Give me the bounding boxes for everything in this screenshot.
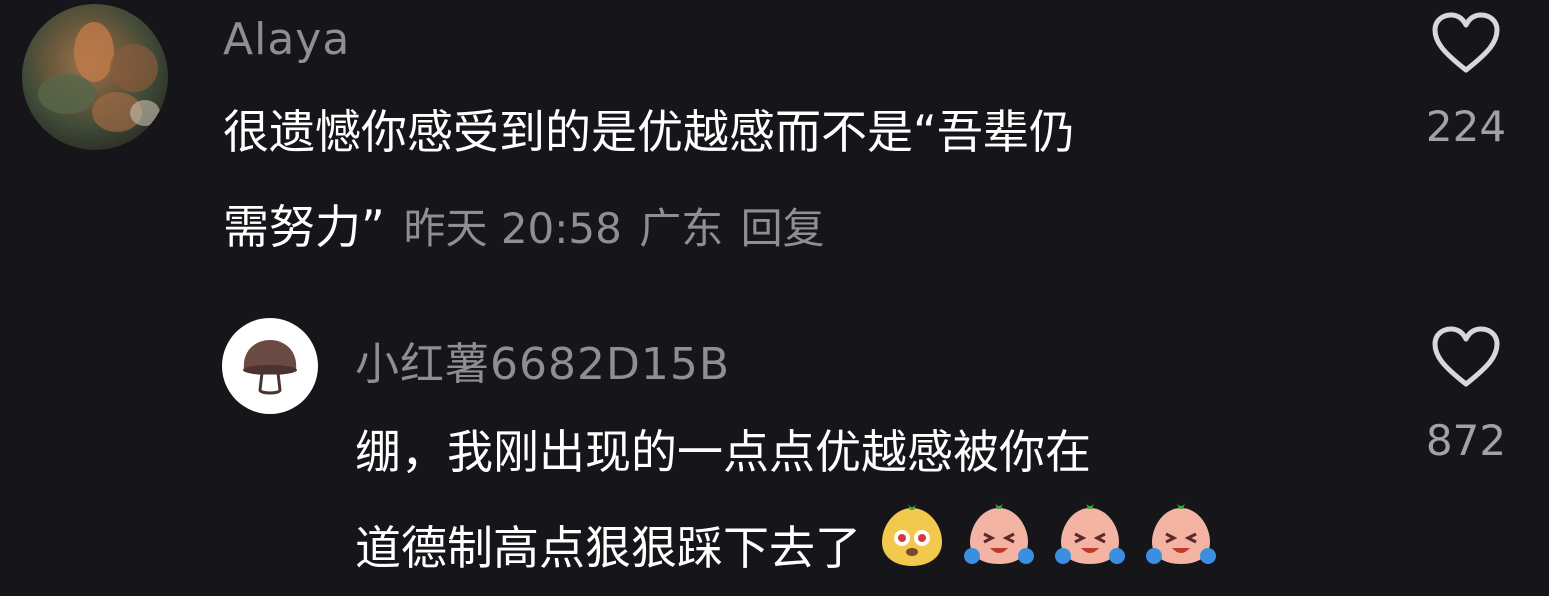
reply-text-line2: 道德制高点狠狠踩下去了 — [355, 521, 861, 575]
like-control: 224 — [1421, 12, 1511, 151]
reply-button[interactable]: 回复 — [741, 204, 825, 253]
like-count: 872 — [1425, 416, 1507, 465]
comment-username[interactable]: Alaya — [223, 14, 350, 65]
reply-text-line2-row: 道德制高点狠狠踩下去了 — [355, 500, 1218, 596]
reply-text-line1: 绷，我刚出现的一点点优越感被你在 — [355, 425, 1091, 479]
comment-item: Alaya 很遗憾你感受到的是优越感而不是“吾辈仍 需努力” 昨天 20:58 … — [0, 0, 1549, 300]
dog-face-sticker-icon — [881, 504, 942, 566]
crying-face-sticker-icon — [1054, 503, 1125, 564]
reply-item: 小红薯6682D15B 绷，我刚出现的一点点优越感被你在 道德制高点狠狠踩下去了 — [0, 300, 1549, 583]
crying-face-sticker-icon — [1145, 503, 1216, 564]
mushroom-icon[interactable] — [222, 318, 318, 414]
reply-username[interactable]: 小红薯6682D15B — [355, 328, 730, 392]
comment-text-line2-row: 需努力” 昨天 20:58 广东 回复 — [223, 180, 1075, 276]
like-count: 224 — [1425, 102, 1507, 151]
crying-face-sticker-icon — [964, 503, 1035, 564]
comment-meta: 昨天 20:58 广东 回复 — [399, 204, 824, 253]
reply-text: 绷，我刚出现的一点点优越感被你在 道德制高点狠狠踩下去了 — [355, 405, 1218, 596]
comment-time: 昨天 20:58 — [403, 204, 622, 253]
heart-icon[interactable] — [1431, 12, 1501, 74]
comment-location: 广东 — [639, 204, 724, 253]
like-control: 872 — [1421, 326, 1511, 465]
comment-text: 很遗憾你感受到的是优越感而不是“吾辈仍 需努力” 昨天 20:58 广东 回复 — [223, 85, 1075, 276]
heart-icon[interactable] — [1431, 326, 1501, 388]
comment-text-line1: 很遗憾你感受到的是优越感而不是“吾辈仍 — [223, 105, 1075, 159]
comment-text-line2: 需努力” — [223, 200, 385, 254]
user-avatar[interactable] — [22, 4, 168, 150]
